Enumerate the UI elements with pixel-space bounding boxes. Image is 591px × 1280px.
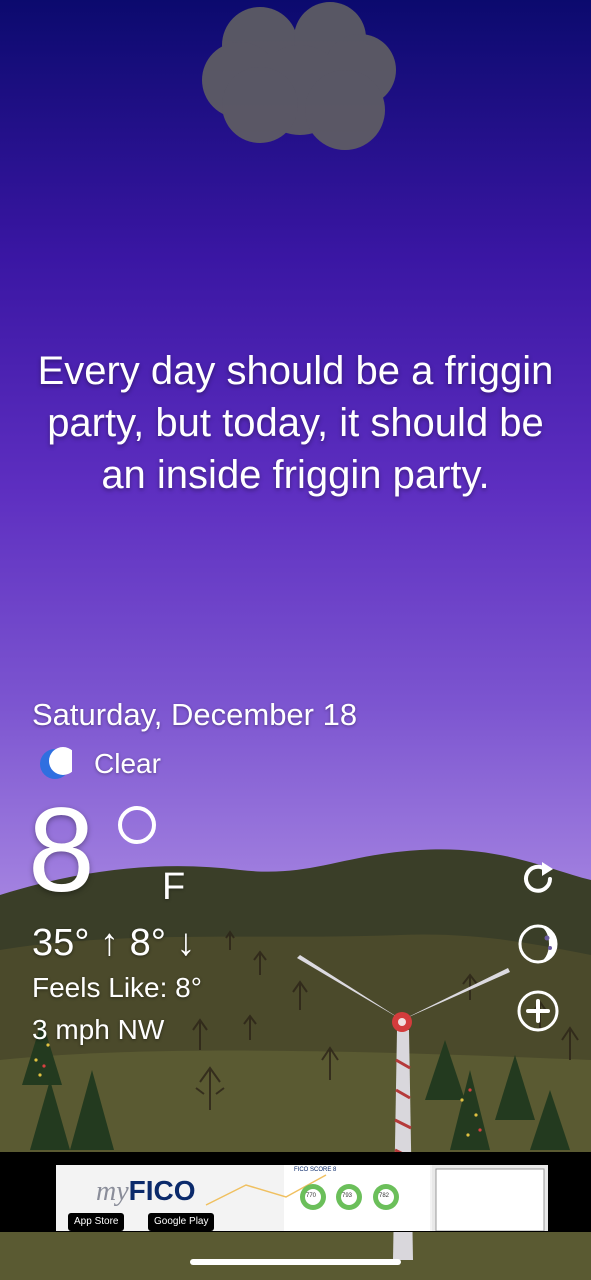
date-label: Saturday, December 18 [32, 697, 358, 732]
condition-row: Clear [38, 746, 161, 782]
ad-score-3: 782 [379, 1193, 390, 1199]
ad-score-1: 770 [306, 1193, 317, 1199]
degree-symbol [118, 806, 156, 844]
moon-icon [38, 747, 77, 781]
wind-info: 3 mph NW [32, 1014, 165, 1045]
temperature-unit: F [162, 866, 186, 908]
ad-score-label: FICO SCORE 8 [294, 1167, 337, 1173]
condition-label: Clear [94, 748, 161, 779]
cloud-icon [202, 2, 396, 150]
temperature-value: 8 [28, 783, 95, 917]
moon-phase-icon [518, 924, 558, 964]
refresh-button[interactable] [516, 857, 560, 901]
ad-banner[interactable]: myFICO App Store Google Play FICO SCORE … [56, 1165, 548, 1231]
add-location-button[interactable] [516, 989, 560, 1033]
high-low-temps: 35° ↑ 8° ↓ [32, 922, 196, 964]
add-circle-icon [517, 990, 559, 1032]
theme-toggle-button[interactable] [516, 922, 560, 966]
home-indicator[interactable] [190, 1259, 401, 1265]
ad-graphic [205, 1165, 548, 1231]
feels-like: Feels Like: 8° [32, 972, 202, 1003]
weather-quote: Every day should be a friggin party, but… [37, 349, 554, 497]
ad-score-2: 793 [342, 1193, 353, 1199]
landscape-scene [0, 849, 591, 1280]
refresh-icon [524, 862, 553, 893]
